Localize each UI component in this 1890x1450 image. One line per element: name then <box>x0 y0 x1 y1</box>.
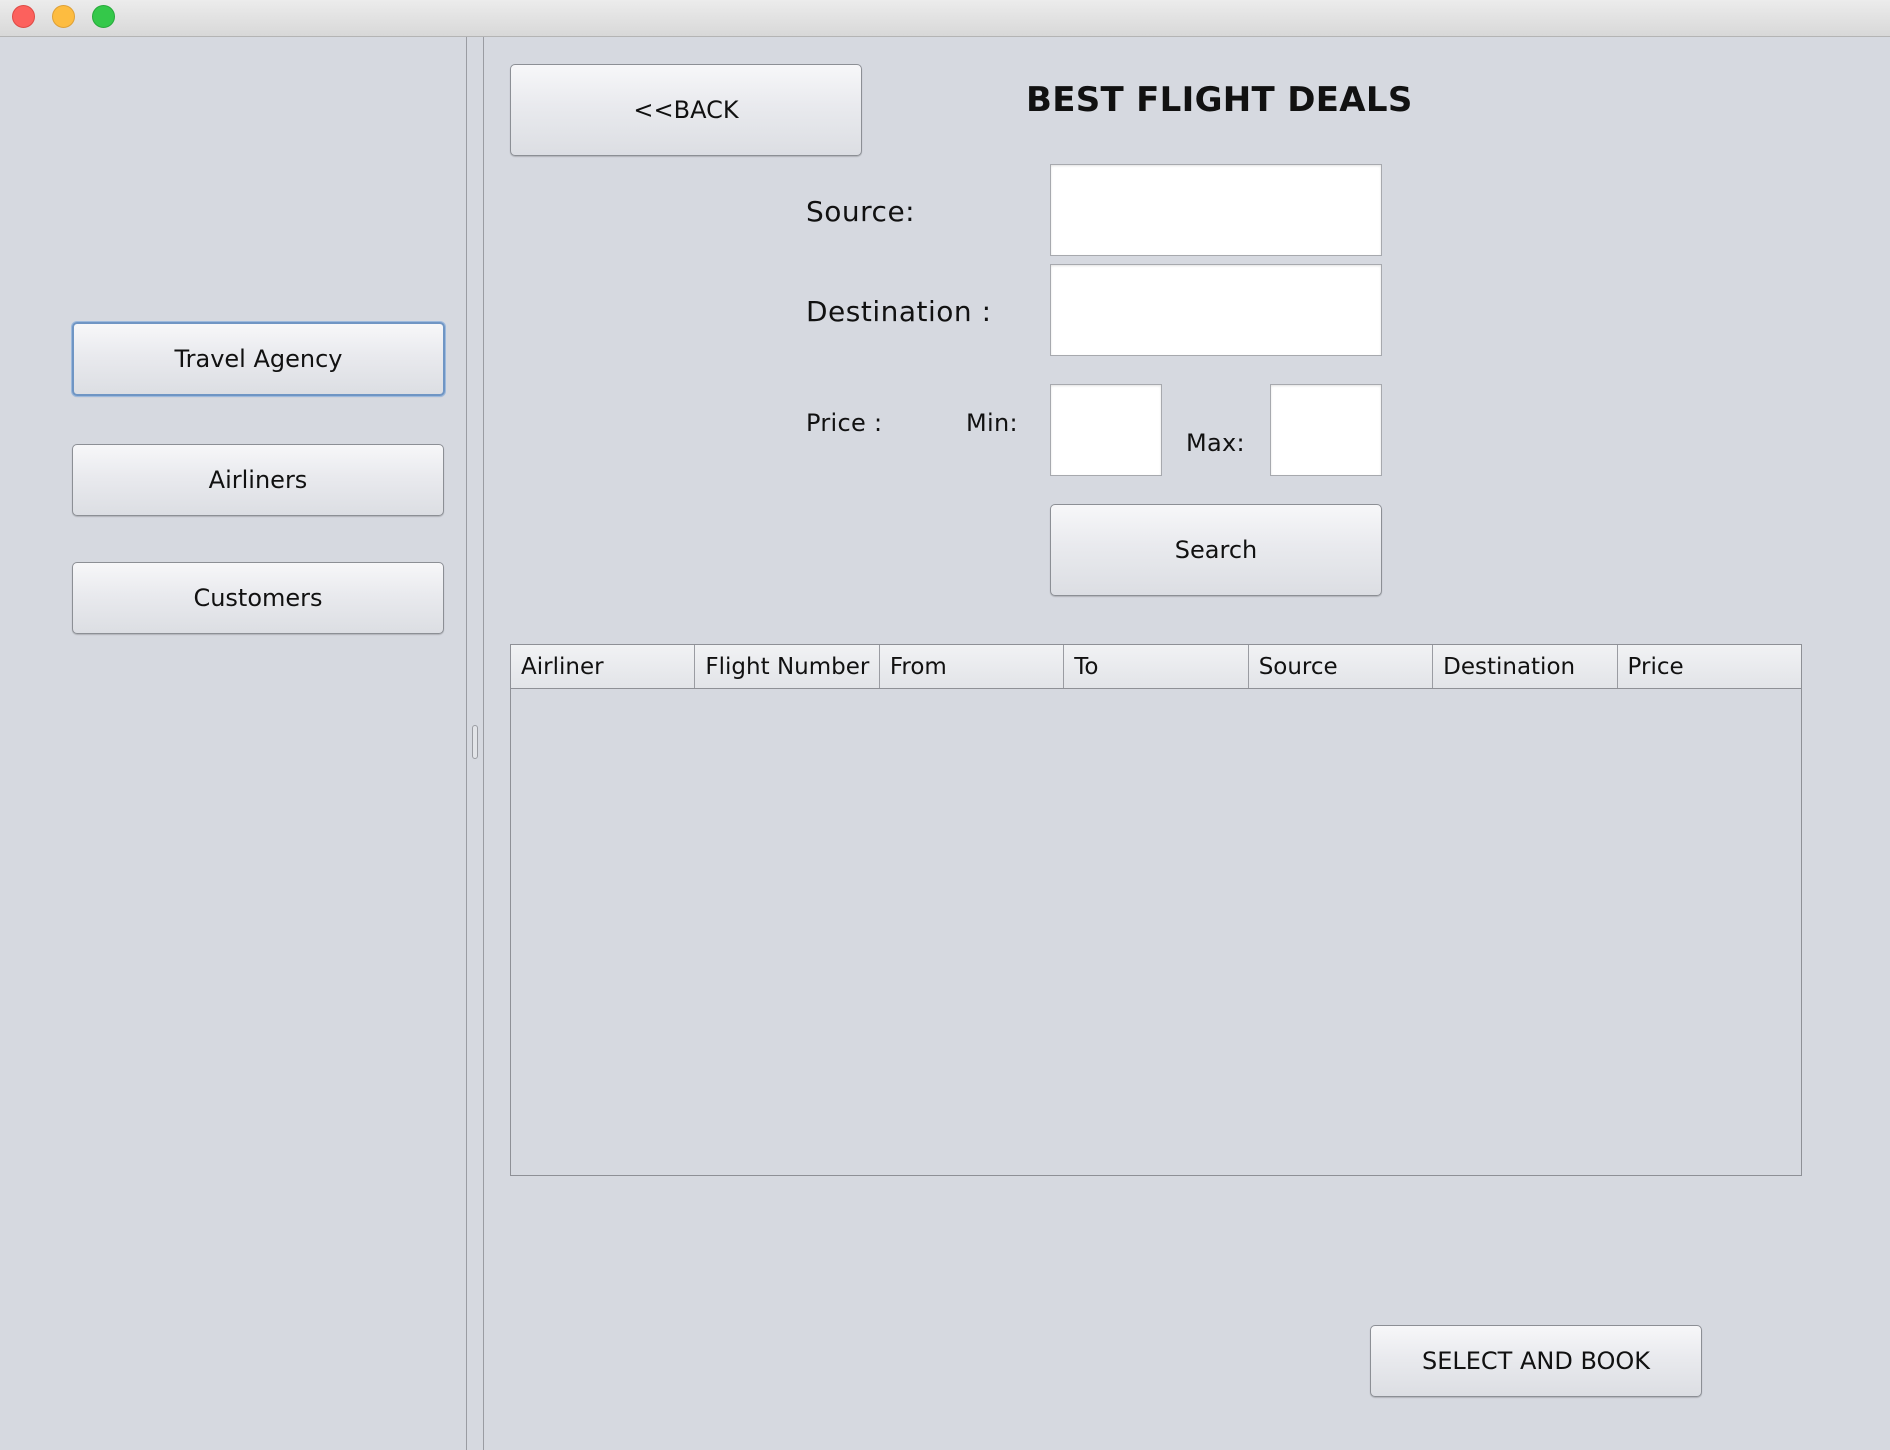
back-button-label: <<BACK <box>633 96 739 124</box>
destination-input[interactable] <box>1050 264 1382 356</box>
close-window-icon[interactable] <box>12 5 35 28</box>
min-price-label: Min: <box>966 409 1018 437</box>
maximize-window-icon[interactable] <box>92 5 115 28</box>
divider-grip-icon[interactable] <box>472 725 478 759</box>
table-header: Airliner Flight Number From To Source De… <box>511 645 1801 689</box>
column-header-flight-number[interactable]: Flight Number <box>695 645 880 688</box>
source-input[interactable] <box>1050 164 1382 256</box>
column-header-to[interactable]: To <box>1064 645 1249 688</box>
split-pane-divider[interactable] <box>466 37 484 1450</box>
page-title: BEST FLIGHT DEALS <box>1026 80 1413 120</box>
search-button[interactable]: Search <box>1050 504 1382 596</box>
source-label: Source: <box>806 195 916 228</box>
table-body[interactable] <box>511 689 1801 1176</box>
back-button[interactable]: <<BACK <box>510 64 862 156</box>
flights-table: Airliner Flight Number From To Source De… <box>510 644 1802 1176</box>
sidebar-item-label: Travel Agency <box>174 345 343 373</box>
min-price-input[interactable] <box>1050 384 1162 476</box>
max-price-input[interactable] <box>1270 384 1382 476</box>
sidebar-item-airliners[interactable]: Airliners <box>72 444 444 516</box>
destination-label: Destination : <box>806 295 992 328</box>
sidebar-item-travel-agency[interactable]: Travel Agency <box>72 322 445 396</box>
select-and-book-button[interactable]: SELECT AND BOOK <box>1370 1325 1702 1397</box>
price-label: Price : <box>806 409 883 437</box>
column-header-source[interactable]: Source <box>1249 645 1434 688</box>
sidebar-item-label: Airliners <box>208 466 308 494</box>
column-header-airliner[interactable]: Airliner <box>511 645 696 688</box>
minimize-window-icon[interactable] <box>52 5 75 28</box>
window-titlebar <box>0 0 1890 37</box>
sidebar-item-label: Customers <box>193 584 323 612</box>
column-header-from[interactable]: From <box>880 645 1065 688</box>
max-price-label: Max: <box>1186 429 1245 457</box>
sidebar-item-customers[interactable]: Customers <box>72 562 444 634</box>
search-button-label: Search <box>1174 536 1258 564</box>
sidebar <box>0 37 466 1450</box>
select-and-book-label: SELECT AND BOOK <box>1421 1347 1651 1375</box>
column-header-price[interactable]: Price <box>1618 645 1801 688</box>
column-header-destination[interactable]: Destination <box>1433 645 1618 688</box>
